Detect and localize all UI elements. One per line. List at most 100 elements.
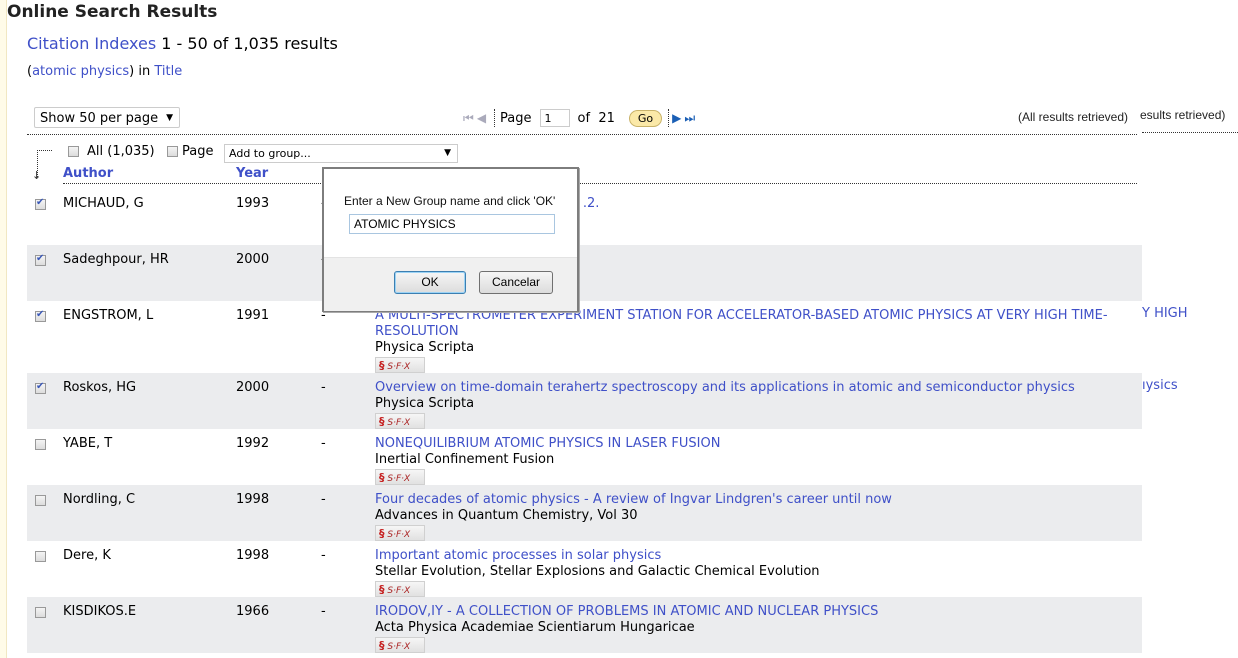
table-row: KISDIKOS.E 1966 - IRODOV,IY - A COLLECTION … <box>27 597 1142 653</box>
row-year: 1993 <box>236 196 270 211</box>
article-source: Physica Scripta <box>375 396 475 411</box>
go-button[interactable]: Go <box>628 109 663 127</box>
results-toolbar: Show 50 per page ▼ ⏮ ◀ Page of 21 Go ▶ ⏭… <box>27 104 1137 135</box>
last-page-icon[interactable]: ⏭ <box>684 111 695 126</box>
sfx-label: S·F·X <box>387 530 411 540</box>
of-label: of <box>577 110 591 126</box>
pager-divider <box>494 109 496 127</box>
article-source: Acta Physica Academiae Scientiarum Hunga… <box>375 620 695 635</box>
query-in-text: in <box>134 64 155 79</box>
chevron-down-icon: ▼ <box>166 113 173 123</box>
row-checkbox[interactable] <box>35 253 46 266</box>
row-checkbox[interactable] <box>35 439 46 450</box>
total-pages: 21 <box>598 110 615 126</box>
article-title-link[interactable]: Overview on time-domain terahertz spectr… <box>375 380 1115 396</box>
row-checkbox[interactable] <box>35 551 46 562</box>
overflow-text-fragment: Y HIGH <box>1142 306 1188 321</box>
sfx-link-button[interactable]: § S·F·X <box>375 637 425 653</box>
row-content: Overview on time-domain terahertz spectr… <box>375 380 1115 430</box>
row-checkbox[interactable] <box>35 495 46 506</box>
sfx-logo-icon: § <box>379 359 385 372</box>
article-source: Inertial Confinement Fusion <box>375 452 555 467</box>
selection-bar: All (1,035) Page Add to group... ▼ Autho… <box>27 142 1137 186</box>
row-year: 1991 <box>236 308 270 323</box>
sfx-logo-icon: § <box>379 471 385 484</box>
column-header-year[interactable]: Year <box>236 166 268 181</box>
column-header-author[interactable]: Author <box>63 166 113 181</box>
row-author: MICHAUD, G <box>63 196 144 211</box>
retrieval-status-ghost: esults retrieved) <box>1140 108 1226 122</box>
sfx-label: S·F·X <box>387 418 411 428</box>
new-group-dialog: Enter a New Group name and click 'OK' OK… <box>322 167 579 312</box>
sfx-logo-icon: § <box>379 415 385 428</box>
first-page-icon[interactable]: ⏮ <box>463 111 474 126</box>
row-checkbox[interactable] <box>35 197 46 210</box>
results-list: MICHAUD, G1993-ARS - ATOMIC PHYSICS AT P… <box>27 189 1142 653</box>
sfx-label: S·F·X <box>387 642 411 652</box>
add-to-group-select[interactable]: Add to group... ▼ <box>224 144 458 163</box>
select-all-checkbox[interactable] <box>68 146 79 157</box>
row-content: IRODOV,IY - A COLLECTION OF PROBLEMS IN … <box>375 604 1115 654</box>
sfx-link-button[interactable]: § S·F·X <box>375 469 425 485</box>
add-to-group-value: Add to group... <box>229 147 311 160</box>
row-dash: - <box>321 436 326 451</box>
group-name-input[interactable] <box>349 214 555 234</box>
table-row: Sadeghpour, HR2000-mic and molecular phy… <box>27 245 1142 301</box>
row-author: ENGSTROM, L <box>63 308 154 323</box>
row-year: 1998 <box>236 492 270 507</box>
row-content: NONEQUILIBRIUM ATOMIC PHYSICS IN LASER F… <box>375 436 1115 486</box>
row-content: A MULTI-SPECTROMETER EXPERIMENT STATION … <box>375 308 1115 374</box>
row-checkbox[interactable] <box>35 607 46 618</box>
results-range: 1 - 50 of 1,035 results <box>161 34 338 53</box>
sfx-logo-icon: § <box>379 527 385 540</box>
divider <box>1142 132 1238 133</box>
row-dash: - <box>321 548 326 563</box>
sfx-link-button[interactable]: § S·F·X <box>375 525 425 541</box>
query-field-link[interactable]: Title <box>154 64 182 79</box>
left-frame-strip <box>0 0 7 658</box>
header-divider <box>63 183 1137 184</box>
select-page-checkbox[interactable] <box>167 146 178 157</box>
row-dash: - <box>321 380 326 395</box>
query-term-link[interactable]: atomic physics <box>32 64 129 79</box>
prev-page-icon[interactable]: ◀ <box>477 111 486 125</box>
row-author: Nordling, C <box>63 492 136 507</box>
database-link[interactable]: Citation Indexes <box>27 34 156 53</box>
row-author: YABE, T <box>63 436 113 451</box>
table-row: MICHAUD, G1993-ARS - ATOMIC PHYSICS AT P… <box>27 189 1142 245</box>
sfx-logo-icon: § <box>379 639 385 652</box>
sfx-link-button[interactable]: § S·F·X <box>375 581 425 597</box>
per-page-select[interactable]: Show 50 per page ▼ <box>34 107 180 128</box>
row-year: 1992 <box>236 436 270 451</box>
article-source: Stellar Evolution, Stellar Explosions an… <box>375 564 820 579</box>
article-title-link[interactable]: A MULTI-SPECTROMETER EXPERIMENT STATION … <box>375 308 1115 340</box>
row-author: Sadeghpour, HR <box>63 252 169 267</box>
pagination: ⏮ ◀ Page of 21 Go ▶ ⏭ <box>463 107 698 129</box>
ok-button[interactable]: OK <box>394 271 466 294</box>
page-number-input[interactable] <box>539 109 570 127</box>
sfx-link-button[interactable]: § S·F·X <box>375 357 425 373</box>
select-page-label: Page <box>182 144 214 159</box>
next-page-icon[interactable]: ▶ <box>672 111 681 125</box>
sfx-link-button[interactable]: § S·F·X <box>375 413 425 429</box>
row-author: KISDIKOS.E <box>63 604 137 619</box>
row-year: 2000 <box>236 380 270 395</box>
article-title-link[interactable]: NONEQUILIBRIUM ATOMIC PHYSICS IN LASER F… <box>375 436 1115 452</box>
chevron-down-icon: ▼ <box>444 148 451 158</box>
pager-divider <box>668 109 670 127</box>
row-year: 2000 <box>236 252 270 267</box>
row-author: Dere, K <box>63 548 111 563</box>
sfx-label: S·F·X <box>387 586 411 596</box>
sfx-label: S·F·X <box>387 474 411 484</box>
table-row: Roskos, HG 2000 - Overview on time-domain t… <box>27 373 1142 429</box>
row-checkbox[interactable] <box>35 309 46 322</box>
row-year: 1966 <box>236 604 270 619</box>
page-title: Online Search Results <box>7 2 218 22</box>
cancel-button[interactable]: Cancelar <box>479 271 553 294</box>
per-page-value: Show 50 per page <box>40 111 159 126</box>
row-content: Important atomic processes in solar phys… <box>375 548 1115 598</box>
article-title-link[interactable]: Four decades of atomic physics - A revie… <box>375 492 1115 508</box>
article-title-link[interactable]: IRODOV,IY - A COLLECTION OF PROBLEMS IN … <box>375 604 1115 620</box>
article-title-link[interactable]: Important atomic processes in solar phys… <box>375 548 1115 564</box>
row-checkbox[interactable] <box>35 381 46 394</box>
